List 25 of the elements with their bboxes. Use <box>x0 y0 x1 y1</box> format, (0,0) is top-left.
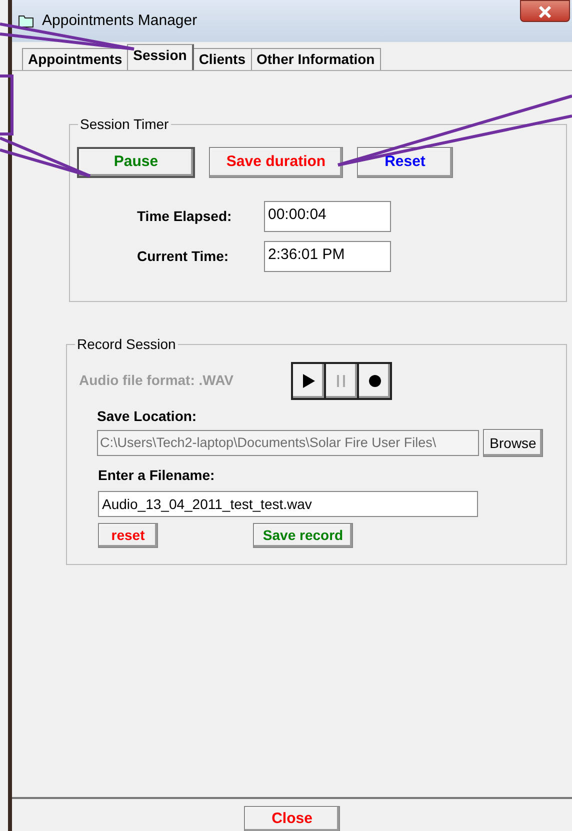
close-icon[interactable] <box>520 0 570 22</box>
field-label: Save Location: <box>96 407 198 426</box>
record-icon <box>366 373 382 389</box>
timer-button[interactable]: Save duration <box>209 147 343 178</box>
timer-button[interactable]: Pause <box>77 147 195 178</box>
field-label: Enter a Filename: <box>97 466 216 485</box>
callout-bracket <box>0 74 14 136</box>
window-icon <box>18 14 34 28</box>
group-title: Record Session <box>75 336 178 352</box>
record-button[interactable]: Save record <box>253 523 353 548</box>
time-field[interactable]: 2:36:01 PM <box>264 241 391 272</box>
play-icon <box>300 373 316 389</box>
group-title: Session Timer <box>78 116 171 132</box>
window-title: Appointments Manager <box>42 10 198 31</box>
tab[interactable]: Other Information <box>250 48 381 70</box>
record-button[interactable]: reset <box>98 523 158 548</box>
field-label: Current Time: <box>137 247 230 266</box>
play-button[interactable] <box>291 362 326 400</box>
record-button[interactable] <box>357 362 392 400</box>
filename-field[interactable]: Audio_13_04_2011_test_test.wav <box>98 491 478 517</box>
close-button[interactable]: Close <box>244 806 340 831</box>
tab[interactable]: Session <box>127 44 194 70</box>
time-field[interactable]: 00:00:04 <box>264 201 391 232</box>
format-label: Audio file format: .WAV <box>79 371 235 390</box>
field-label: Time Elapsed: <box>137 207 233 226</box>
